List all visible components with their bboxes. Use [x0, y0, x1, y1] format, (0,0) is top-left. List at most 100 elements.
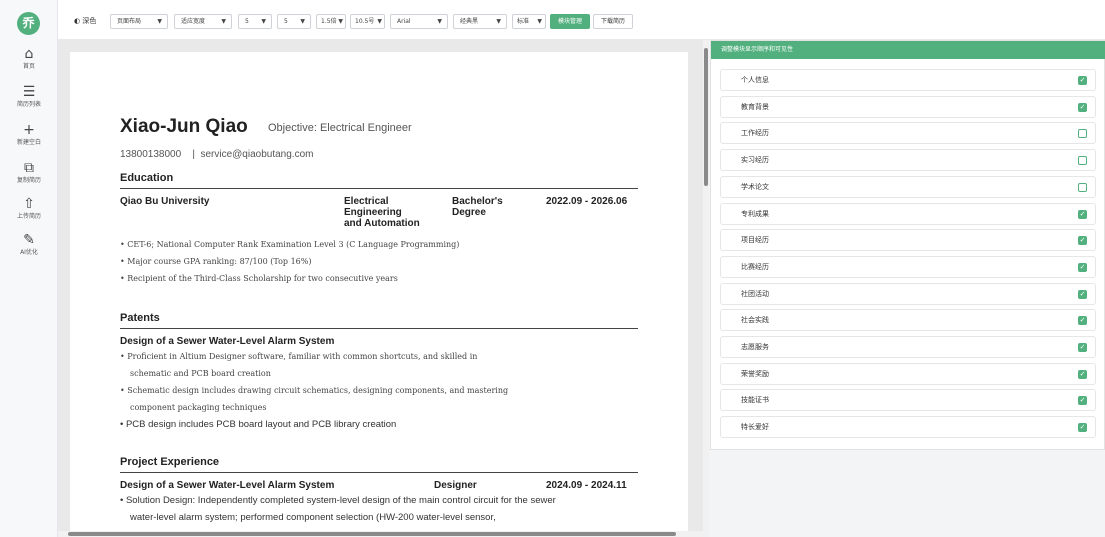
visibility-checkbox[interactable]: [1078, 396, 1087, 406]
margin-select-1[interactable]: 5 ▼: [238, 14, 272, 29]
visibility-checkbox[interactable]: [1078, 156, 1087, 166]
major[interactable]: Electrical Engineering and Automation: [344, 196, 434, 229]
section-title-projects[interactable]: Project Experience: [120, 456, 219, 468]
width-select-value: 适应宽度: [181, 18, 206, 25]
plus-icon: +: [23, 122, 35, 138]
module-row[interactable]: 工作经历: [720, 122, 1096, 145]
list-item[interactable]: • PCB design includes PCB board layout a…: [120, 416, 638, 433]
visibility-checkbox[interactable]: [1078, 289, 1087, 299]
list-item: water-level alarm system; performed comp…: [130, 512, 496, 523]
module-row[interactable]: 实习经历: [720, 149, 1096, 172]
module-row[interactable]: 荣誉奖励: [720, 362, 1096, 385]
education-bullets[interactable]: • CET-6; National Computer Rank Examinat…: [120, 236, 638, 287]
visibility-checkbox[interactable]: [1078, 182, 1087, 192]
sidebar-item-new-blank[interactable]: + 新建空白: [0, 122, 58, 147]
section-title-patents[interactable]: Patents: [120, 312, 160, 324]
list-item: • Recipient of the Third-Class Scholarsh…: [120, 274, 398, 283]
module-row[interactable]: 特长爱好: [720, 416, 1096, 439]
visibility-checkbox[interactable]: [1078, 369, 1087, 379]
visibility-checkbox[interactable]: [1078, 343, 1087, 352]
module-manage-button[interactable]: 模块管理: [550, 14, 590, 29]
editor-horizontal-scrollbar[interactable]: [58, 531, 708, 537]
visibility-checkbox[interactable]: [1078, 236, 1087, 246]
module-row[interactable]: 志愿服务: [720, 336, 1096, 358]
scroll-thumb[interactable]: [704, 48, 708, 186]
module-label: 社团活动: [741, 289, 769, 298]
module-row[interactable]: 技能证书: [720, 389, 1096, 412]
module-row[interactable]: 社会实践: [720, 309, 1096, 332]
font-size-select[interactable]: 10.5号 ▼: [350, 14, 385, 29]
moon-icon: ◐: [74, 17, 81, 25]
project-title[interactable]: Design of a Sewer Water-Level Alarm Syst…: [120, 480, 334, 491]
major-line: and Automation: [344, 218, 420, 229]
module-row[interactable]: 专利成果: [720, 202, 1096, 225]
panel-title: 调整模块显示顺序和可见性: [711, 41, 1105, 59]
scroll-thumb[interactable]: [68, 532, 676, 536]
sidebar-item-resume-list[interactable]: ☰ 简历列表: [0, 84, 58, 109]
visibility-checkbox[interactable]: [1078, 262, 1087, 272]
visibility-checkbox[interactable]: [1078, 129, 1087, 139]
layout-select[interactable]: 页面布局 ▼: [110, 14, 168, 29]
edit-icon: ✎: [23, 232, 35, 248]
sidebar-item-copy-resume[interactable]: ⧉ 复制简历: [0, 160, 58, 185]
sidebar-item-label: 简历列表: [16, 101, 41, 108]
toolbar: ◐ 深色 页面布局 ▼ 适应宽度 ▼ 5 ▼ 5 ▼ 1.5倍 ▼ 10.5号 …: [58, 0, 1105, 40]
template-select[interactable]: 经典黑 ▼: [453, 14, 507, 29]
module-row[interactable]: 学术论文: [720, 175, 1096, 198]
contact-separator: |: [192, 149, 195, 160]
chevron-down-icon: ▼: [537, 18, 542, 25]
chevron-down-icon: ▼: [221, 18, 226, 25]
resume-page[interactable]: Xiao-Jun Qiao Objective: Electrical Engi…: [70, 52, 688, 537]
major-line: Engineering: [344, 207, 402, 218]
project-description[interactable]: • Solution Design: Independently complet…: [120, 492, 638, 526]
sidebar-item-ai-optimize[interactable]: ✎ AI优化: [0, 232, 58, 257]
school-name[interactable]: Qiao Bu University: [120, 196, 209, 207]
list-item: component packaging techniques: [130, 403, 267, 412]
module-label: 专利成果: [741, 209, 769, 218]
degree[interactable]: Bachelor's Degree: [452, 196, 532, 218]
module-row[interactable]: 比赛经历: [720, 255, 1096, 278]
list-item: schematic and PCB board creation: [130, 369, 271, 378]
resume-editor-viewport[interactable]: Xiao-Jun Qiao Objective: Electrical Engi…: [58, 40, 708, 537]
editor-vertical-scrollbar[interactable]: [703, 40, 709, 537]
sidebar-item-home[interactable]: ⌂ 首页: [0, 46, 58, 71]
visibility-checkbox[interactable]: [1078, 102, 1087, 112]
standard-select-value: 标准: [517, 18, 530, 25]
visibility-checkbox[interactable]: [1078, 209, 1087, 219]
education-dates[interactable]: 2022.09 - 2026.06: [546, 196, 627, 207]
margin-select-2-value: 5: [284, 18, 288, 25]
visibility-checkbox[interactable]: [1078, 316, 1087, 326]
module-row[interactable]: 项目经历: [720, 229, 1096, 252]
patent-title[interactable]: Design of a Sewer Water-Level Alarm Syst…: [120, 336, 334, 347]
sidebar-item-upload-resume[interactable]: ⇧ 上传简历: [0, 196, 58, 221]
theme-toggle[interactable]: ◐ 深色: [74, 14, 96, 29]
patent-bullets[interactable]: • Proficient in Altium Designer software…: [120, 348, 638, 416]
margin-select-2[interactable]: 5 ▼: [277, 14, 311, 29]
module-label: 荣誉奖励: [741, 369, 769, 378]
contact-line[interactable]: 13800138000 | service@qiaobutang.com: [120, 149, 313, 160]
download-resume-button[interactable]: 下载简历: [593, 14, 633, 29]
module-row[interactable]: 个人信息: [720, 69, 1096, 91]
section-divider: [120, 328, 638, 329]
project-dates[interactable]: 2024.09 - 2024.11: [546, 480, 627, 491]
sidebar-item-label: 首页: [22, 63, 35, 70]
module-row[interactable]: 社团活动: [720, 282, 1096, 305]
section-divider: [120, 188, 638, 189]
section-title-education[interactable]: Education: [120, 172, 173, 184]
width-select[interactable]: 适应宽度 ▼: [174, 14, 232, 29]
app-logo[interactable]: 乔: [17, 12, 40, 35]
chevron-down-icon: ▼: [300, 18, 305, 25]
font-family-select[interactable]: Arial ▼: [390, 14, 448, 29]
degree-line: Degree: [452, 207, 486, 218]
visibility-checkbox[interactable]: [1078, 423, 1087, 433]
chevron-down-icon: ▼: [377, 18, 382, 25]
visibility-checkbox[interactable]: [1078, 76, 1087, 85]
standard-select[interactable]: 标准 ▼: [512, 14, 546, 29]
line-height-select[interactable]: 1.5倍 ▼: [316, 14, 346, 29]
project-role[interactable]: Designer: [434, 480, 477, 491]
resume-name[interactable]: Xiao-Jun Qiao: [120, 116, 248, 138]
list-item: • Major course GPA ranking: 87/100 (Top …: [120, 257, 312, 266]
resume-objective[interactable]: Objective: Electrical Engineer: [268, 122, 412, 134]
module-row[interactable]: 教育背景: [720, 95, 1096, 118]
module-label: 项目经历: [741, 236, 769, 245]
